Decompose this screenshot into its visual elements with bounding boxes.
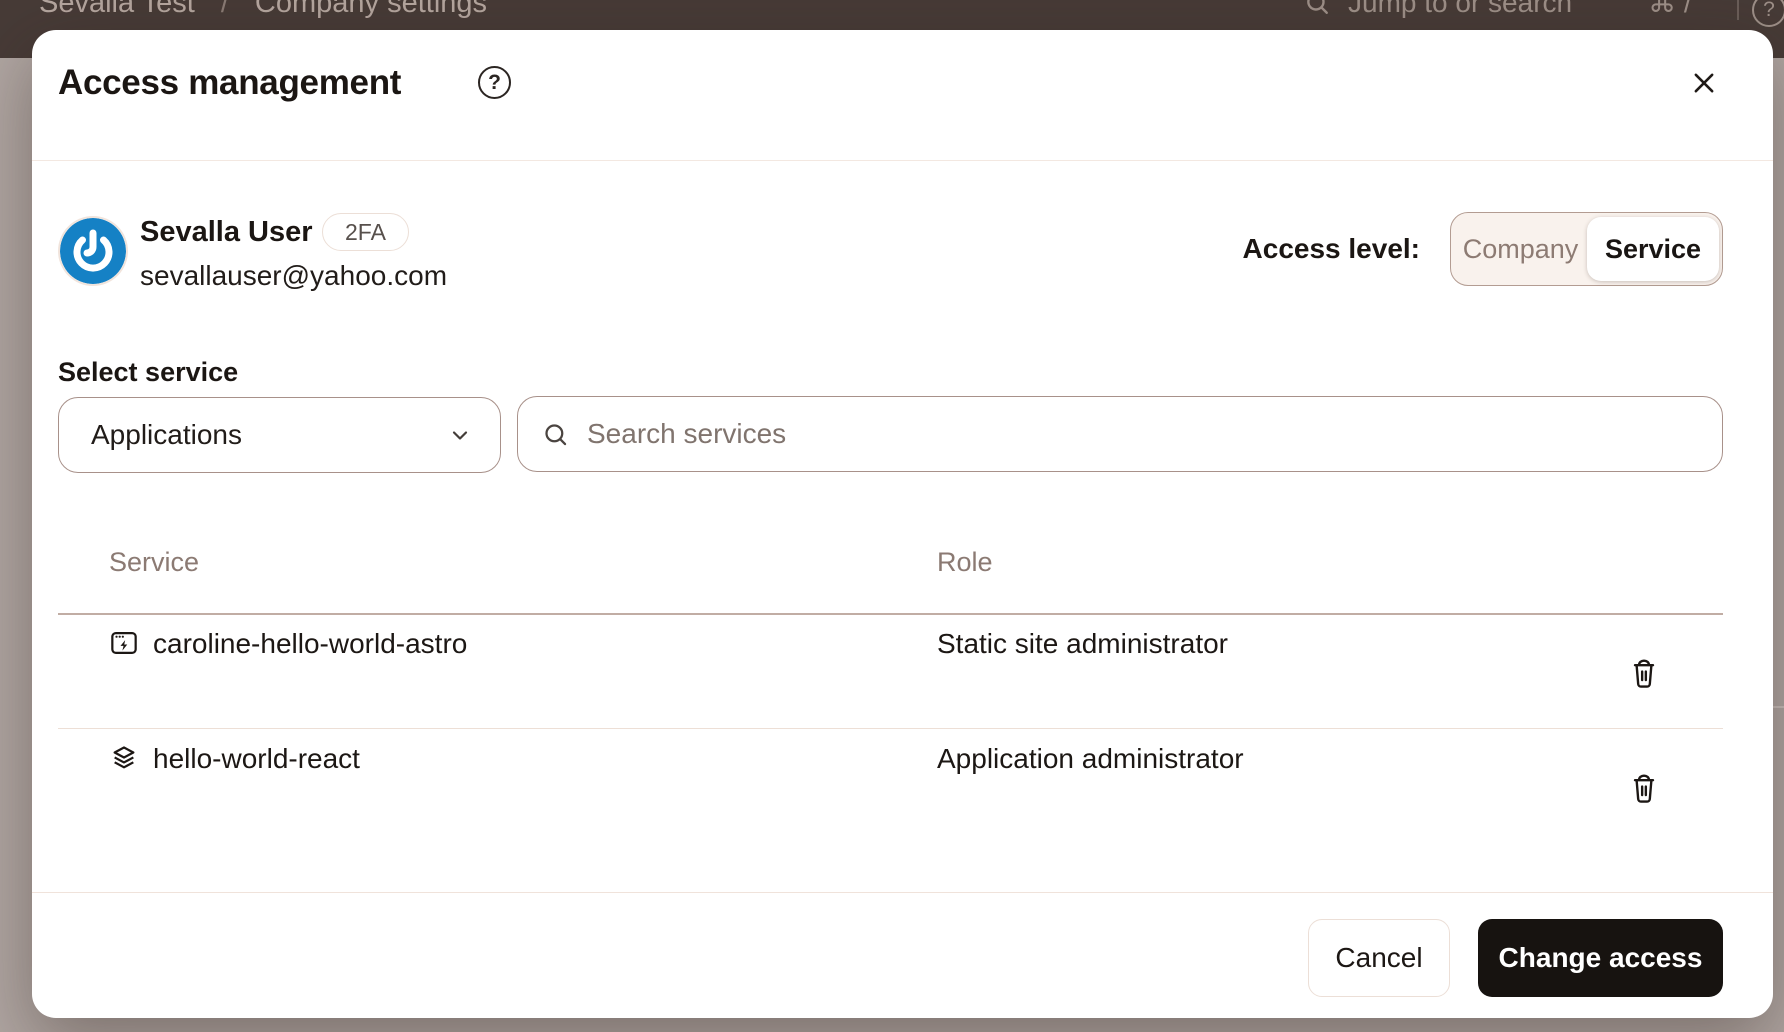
search-services-box <box>517 396 1723 472</box>
help-icon[interactable]: ? <box>478 66 511 99</box>
search-services-input[interactable] <box>587 418 1698 450</box>
search-icon <box>542 421 569 448</box>
shortcut-hint: ⌘ / <box>1648 0 1692 19</box>
service-role: Static site administrator <box>937 628 1228 660</box>
trash-icon <box>1628 657 1660 690</box>
delete-service-button[interactable] <box>1628 772 1660 805</box>
column-header-role: Role <box>937 547 993 578</box>
global-search-placeholder: Jump to or search <box>1348 0 1572 19</box>
toggle-option-company[interactable]: Company <box>1454 234 1587 265</box>
service-name: hello-world-react <box>153 743 360 775</box>
service-type-dropdown[interactable]: Applications <box>58 397 501 473</box>
toggle-option-service[interactable]: Service <box>1587 217 1719 281</box>
change-access-button[interactable]: Change access <box>1478 919 1723 997</box>
access-level-label: Access level: <box>1243 233 1420 265</box>
user-name: Sevalla User <box>140 216 313 249</box>
topbar-help-icon[interactable]: ? <box>1752 0 1784 27</box>
close-button[interactable] <box>1688 67 1720 99</box>
static-site-icon <box>110 629 138 657</box>
sevalla-logo-icon <box>60 218 126 284</box>
close-icon <box>1690 69 1718 97</box>
twofa-badge: 2FA <box>322 213 409 251</box>
breadcrumb-separator: / <box>221 0 229 19</box>
background-artifact <box>1773 706 1784 708</box>
dropdown-value: Applications <box>91 419 448 451</box>
breadcrumb-page: Company settings <box>255 0 487 19</box>
header-divider <box>32 160 1773 161</box>
select-service-label: Select service <box>58 357 238 388</box>
footer-divider <box>32 892 1773 893</box>
chevron-down-icon <box>448 423 472 447</box>
access-level-toggle: Company Service <box>1450 212 1723 286</box>
column-header-service: Service <box>109 547 199 578</box>
avatar <box>60 218 126 284</box>
delete-service-button[interactable] <box>1628 657 1660 690</box>
access-management-dialog: Access management ? Sevalla User 2FA sev… <box>32 30 1773 1018</box>
breadcrumb-company[interactable]: Sevalla Test <box>39 0 195 19</box>
table-header-divider <box>58 613 1723 615</box>
service-role: Application administrator <box>937 743 1244 775</box>
layers-icon <box>110 744 138 772</box>
service-name: caroline-hello-world-astro <box>153 628 467 660</box>
cancel-button[interactable]: Cancel <box>1308 919 1450 997</box>
user-email: sevallauser@yahoo.com <box>140 260 447 292</box>
table-row-divider <box>58 728 1723 729</box>
search-icon <box>1304 0 1330 16</box>
global-search[interactable]: Jump to or search ⌘ / <box>1304 0 1692 19</box>
access-level-row: Access level: Company Service <box>1243 212 1723 286</box>
breadcrumb: Sevalla Test / Company settings <box>39 0 487 20</box>
trash-icon <box>1628 772 1660 805</box>
topbar-divider <box>1737 0 1739 20</box>
dialog-title: Access management <box>58 63 401 103</box>
